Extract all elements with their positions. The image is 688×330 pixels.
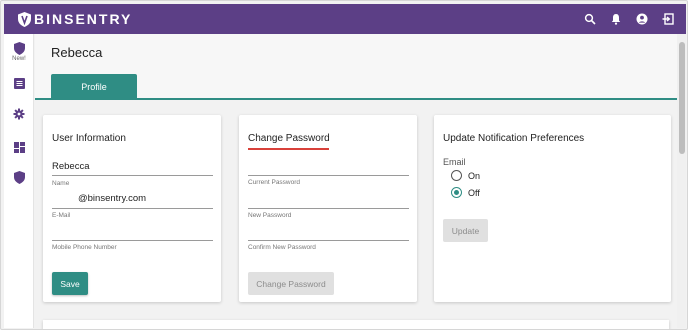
new-password-label: New Password [248, 212, 292, 219]
save-button[interactable]: Save [52, 272, 88, 295]
new-password-input[interactable] [248, 208, 409, 209]
email-label: E-Mail [52, 212, 71, 219]
radio-off-label: Off [468, 187, 480, 198]
sidebar: New! [4, 34, 34, 328]
binsentry-icon [13, 171, 25, 184]
binsentry-icon [13, 42, 25, 55]
sidebar-item-new[interactable]: New! [4, 42, 34, 62]
top-bar: BINSENTRY [4, 4, 686, 34]
search-icon[interactable] [584, 13, 596, 25]
page-title: Rebecca [51, 45, 103, 60]
current-password-input[interactable] [248, 175, 409, 176]
email-field-underline [52, 208, 213, 209]
brand-logo[interactable]: BINSENTRY [18, 11, 132, 27]
shield-logo-icon [18, 11, 31, 27]
change-password-title: Change Password [248, 133, 330, 144]
radio-off[interactable] [451, 187, 462, 198]
lower-card [43, 320, 669, 329]
account-icon[interactable] [636, 13, 648, 25]
top-actions [584, 4, 674, 34]
email-field[interactable]: @binsentry.com [78, 193, 146, 204]
bell-icon[interactable] [610, 13, 622, 25]
change-password-title-underline [248, 148, 329, 150]
radio-on[interactable] [451, 170, 462, 181]
scrollbar[interactable] [677, 34, 686, 328]
mobile-phone-label: Mobile Phone Number [52, 244, 117, 251]
change-password-button[interactable]: Change Password [248, 272, 334, 295]
gear-icon [13, 108, 25, 120]
dashboard-icon [13, 142, 25, 153]
email-group-label: Email [443, 157, 466, 167]
sidebar-item-dashboard[interactable] [4, 142, 34, 153]
confirm-new-password-input[interactable] [248, 240, 409, 241]
radio-option-on[interactable]: On [451, 170, 480, 181]
name-field[interactable]: Rebecca [52, 161, 90, 172]
sidebar-item-binsentry[interactable] [4, 171, 34, 184]
list-icon [13, 78, 25, 89]
notification-preferences-card: Update Notification Preferences Email On… [434, 115, 671, 302]
notification-preferences-title: Update Notification Preferences [443, 133, 585, 144]
update-button[interactable]: Update [443, 219, 488, 242]
current-password-label: Current Password [248, 179, 301, 186]
user-information-title: User Information [52, 133, 126, 144]
scrollbar-thumb[interactable] [679, 42, 685, 154]
user-information-card: User Information Rebecca Name @binsentry… [43, 115, 221, 302]
mobile-phone-underline [52, 240, 213, 241]
name-label: Name [52, 180, 70, 187]
brand-name: BINSENTRY [34, 11, 133, 27]
main-content: Rebecca Profile User Information Rebecca… [35, 34, 677, 329]
sidebar-item-settings[interactable] [4, 108, 34, 120]
radio-on-label: On [468, 170, 481, 181]
change-password-card: Change Password Current Password New Pas… [239, 115, 417, 302]
name-field-underline [52, 175, 213, 176]
confirm-new-password-label: Confirm New Password [248, 244, 316, 251]
app-window: BINSENTRY New! Rebecca Profile User Info… [0, 0, 688, 330]
profile-header: Rebecca Profile [35, 34, 677, 100]
radio-option-off[interactable]: Off [451, 187, 480, 198]
tab-profile[interactable]: Profile [51, 74, 137, 100]
sidebar-item-list[interactable] [4, 78, 34, 89]
logout-icon[interactable] [662, 13, 674, 25]
new-badge: New! [12, 56, 26, 62]
